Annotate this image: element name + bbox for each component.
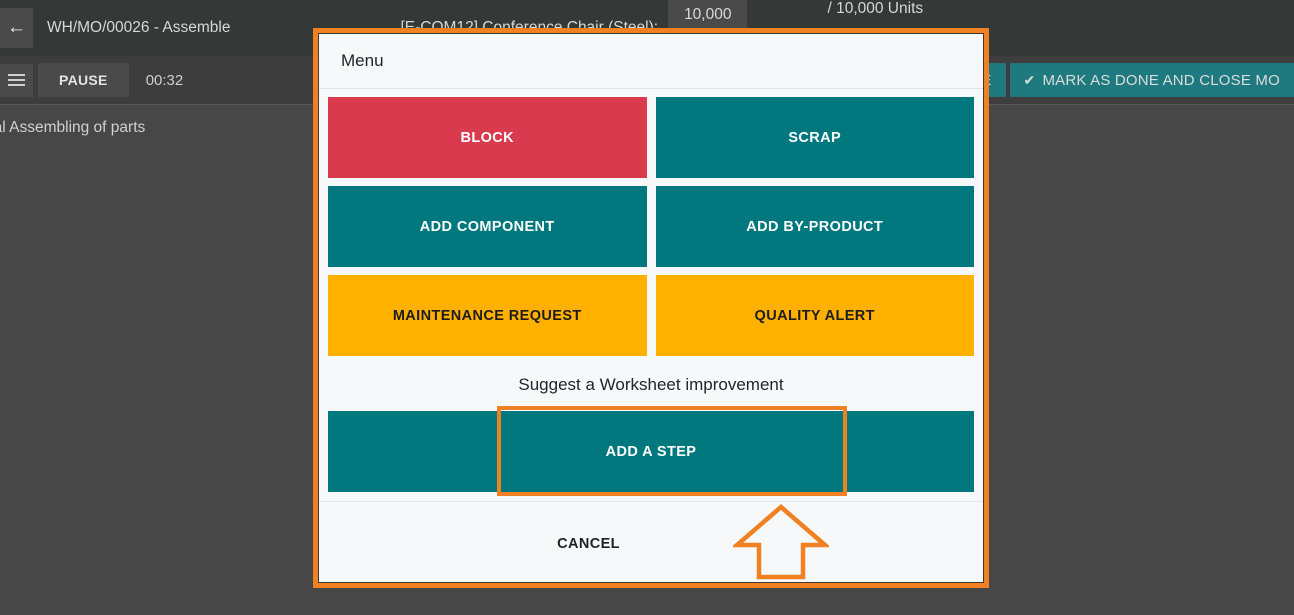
quality-alert-button[interactable]: QUALITY ALERT	[655, 275, 974, 356]
up-arrow-annotation-icon	[733, 504, 829, 580]
add-step-row: ADD A STEP	[328, 406, 974, 496]
add-a-step-button[interactable]: ADD A STEP	[328, 411, 974, 492]
timer-display: 00:32	[145, 71, 184, 89]
add-by-product-button[interactable]: ADD BY-PRODUCT	[655, 186, 974, 267]
dialog-footer: CANCEL	[319, 501, 983, 586]
block-button[interactable]: BLOCK	[328, 97, 647, 178]
hamburger-line	[8, 84, 25, 86]
application-background: ← WH/MO/00026 - Assemble [E-COM12] Confe…	[0, 0, 1294, 615]
mark-as-done-and-close-mo-label: MARK AS DONE AND CLOSE MO	[1042, 71, 1280, 89]
dialog-body: BLOCK SCRAP ADD COMPONENT ADD BY-PRODUCT…	[319, 89, 983, 496]
dialog-header: Menu	[319, 34, 983, 89]
hamburger-line	[8, 74, 25, 76]
menu-dialog: Menu BLOCK SCRAP ADD COMPONENT ADD BY-PR…	[318, 33, 984, 583]
maintenance-request-button[interactable]: MAINTENANCE REQUEST	[328, 275, 647, 356]
menu-dialog-annotation-border: Menu BLOCK SCRAP ADD COMPONENT ADD BY-PR…	[313, 28, 989, 588]
scrap-button[interactable]: SCRAP	[655, 97, 974, 178]
back-arrow-icon[interactable]: ←	[0, 8, 33, 48]
add-component-button[interactable]: ADD COMPONENT	[328, 186, 647, 267]
dialog-title: Menu	[341, 51, 384, 70]
check-icon: ✔	[1023, 71, 1036, 88]
pause-button[interactable]: PAUSE	[38, 63, 129, 97]
cancel-button[interactable]: CANCEL	[551, 535, 626, 553]
suggest-worksheet-improvement-label: Suggest a Worksheet improvement	[518, 375, 784, 394]
workorder-title: WH/MO/00026 - Assemble	[47, 19, 231, 36]
menu-button-grid: BLOCK SCRAP ADD COMPONENT ADD BY-PRODUCT…	[328, 97, 974, 356]
mark-as-done-and-close-mo-button[interactable]: ✔ MARK AS DONE AND CLOSE MO	[1009, 63, 1294, 97]
hamburger-line	[8, 79, 25, 81]
hamburger-menu-icon[interactable]	[0, 63, 33, 97]
